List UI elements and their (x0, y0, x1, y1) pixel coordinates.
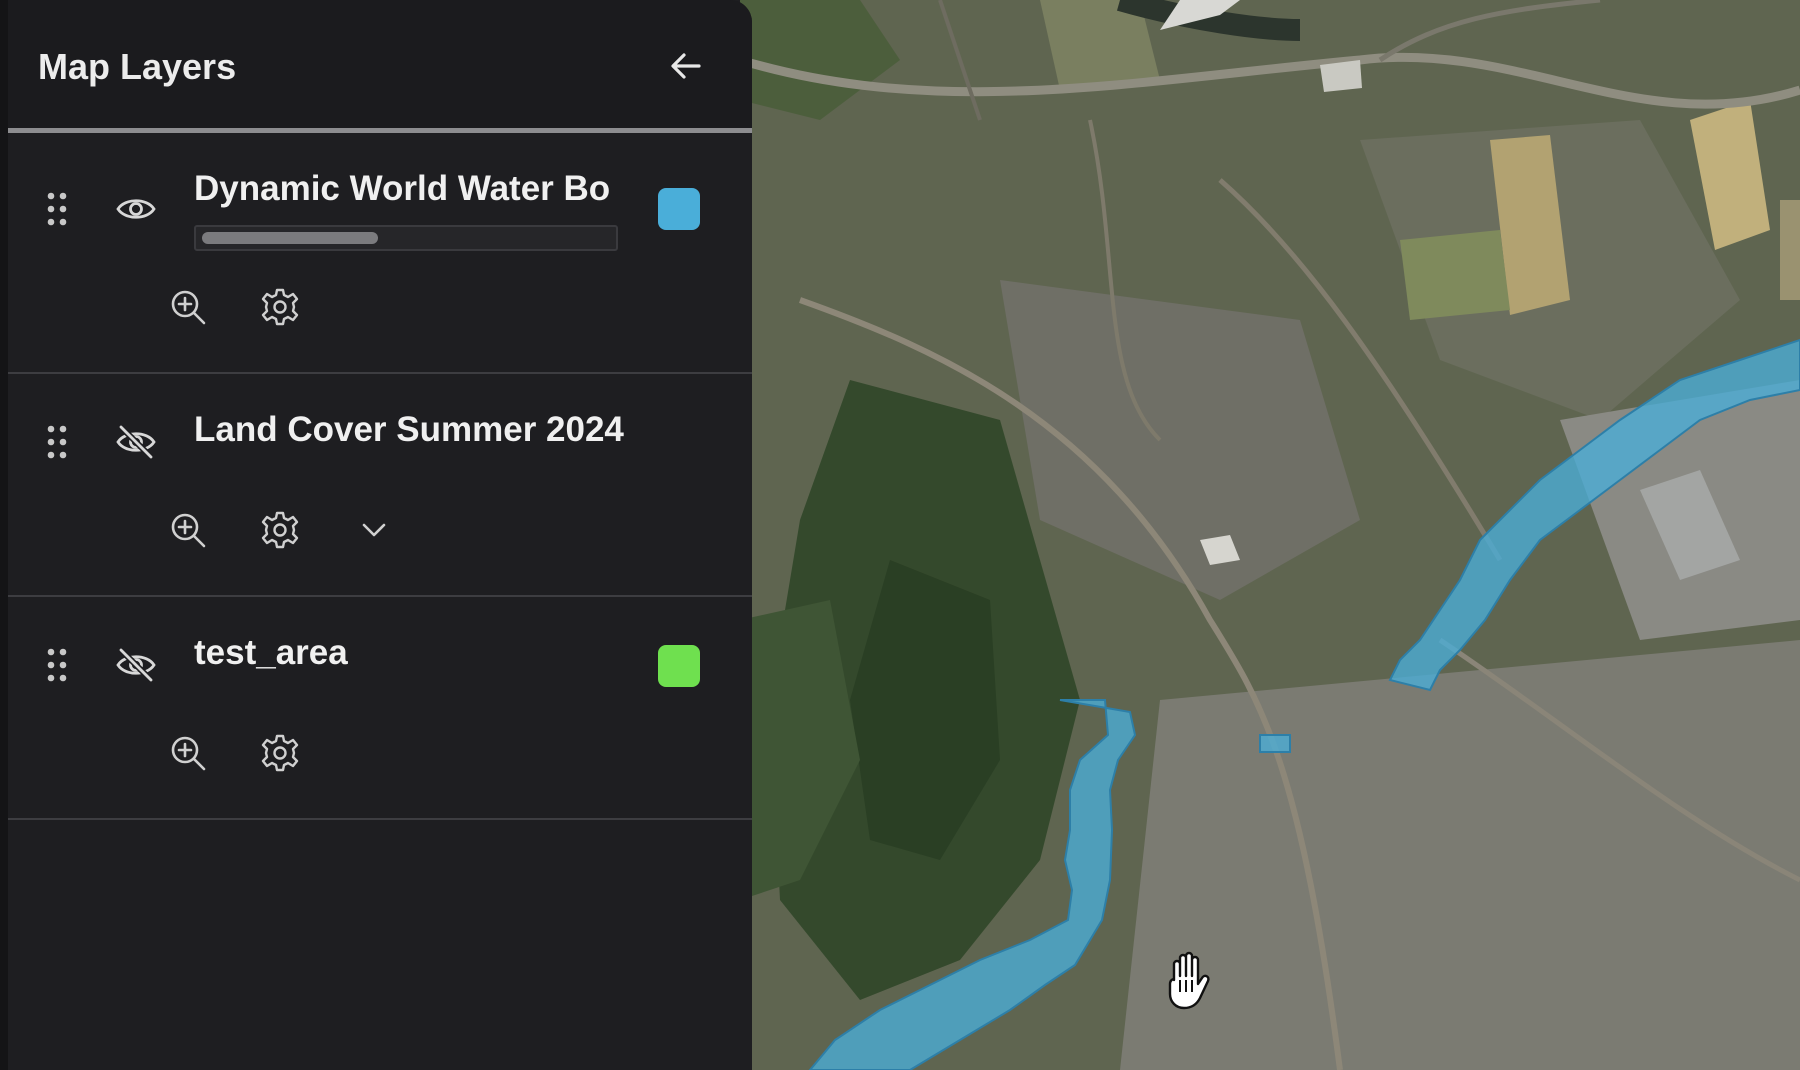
layer-item-land-cover: Land Cover Summer 2024 (8, 374, 752, 597)
eye-off-icon (116, 424, 156, 460)
layer-item-dynamic-world-water: Dynamic World Water Bo (8, 133, 752, 374)
layer-name: Dynamic World Water Bo (194, 169, 611, 208)
panel-edge (0, 0, 8, 1070)
zoom-in-icon (171, 513, 206, 548)
satellite-basemap (740, 0, 1800, 1070)
visibility-toggle[interactable] (112, 422, 160, 462)
zoom-in-icon (171, 736, 206, 771)
visibility-toggle[interactable] (112, 645, 160, 685)
layers-panel: Map Layers Dynamic World Water Bo Land C… (0, 0, 752, 1070)
layer-settings-button[interactable] (258, 731, 302, 775)
gear-icon (261, 511, 299, 549)
eye-off-icon (116, 647, 156, 683)
layer-item-test-area: test_area (8, 597, 752, 820)
eye-icon (116, 199, 156, 219)
panel-header: Map Layers (8, 0, 752, 128)
chevron-down-icon (362, 523, 386, 537)
map-app: Map Layers Dynamic World Water Bo Land C… (0, 0, 1800, 1070)
zoom-to-layer-button[interactable] (166, 285, 210, 329)
zoom-to-layer-button[interactable] (166, 508, 210, 552)
zoom-in-icon (171, 290, 206, 325)
gear-icon (261, 734, 299, 772)
layer-color-swatch[interactable] (658, 645, 700, 687)
arrow-left-icon (671, 53, 701, 79)
layer-name: test_area (194, 633, 348, 672)
panel-title: Map Layers (38, 46, 237, 87)
opacity-slider[interactable] (194, 225, 618, 251)
drag-handle-icon[interactable] (46, 647, 68, 683)
layer-color-swatch[interactable] (658, 188, 700, 230)
visibility-toggle[interactable] (112, 189, 160, 229)
opacity-slider-fill (202, 232, 378, 244)
zoom-to-layer-button[interactable] (166, 731, 210, 775)
gear-icon (261, 288, 299, 326)
grab-hand-icon (1160, 950, 1216, 1010)
layer-settings-button[interactable] (258, 285, 302, 329)
layer-settings-button[interactable] (258, 508, 302, 552)
drag-handle-icon[interactable] (46, 424, 68, 460)
expand-legend-button[interactable] (352, 508, 396, 552)
back-button[interactable] (664, 44, 708, 88)
layer-name: Land Cover Summer 2024 (194, 410, 624, 449)
map-canvas[interactable] (740, 0, 1800, 1070)
drag-handle-icon[interactable] (46, 191, 68, 227)
